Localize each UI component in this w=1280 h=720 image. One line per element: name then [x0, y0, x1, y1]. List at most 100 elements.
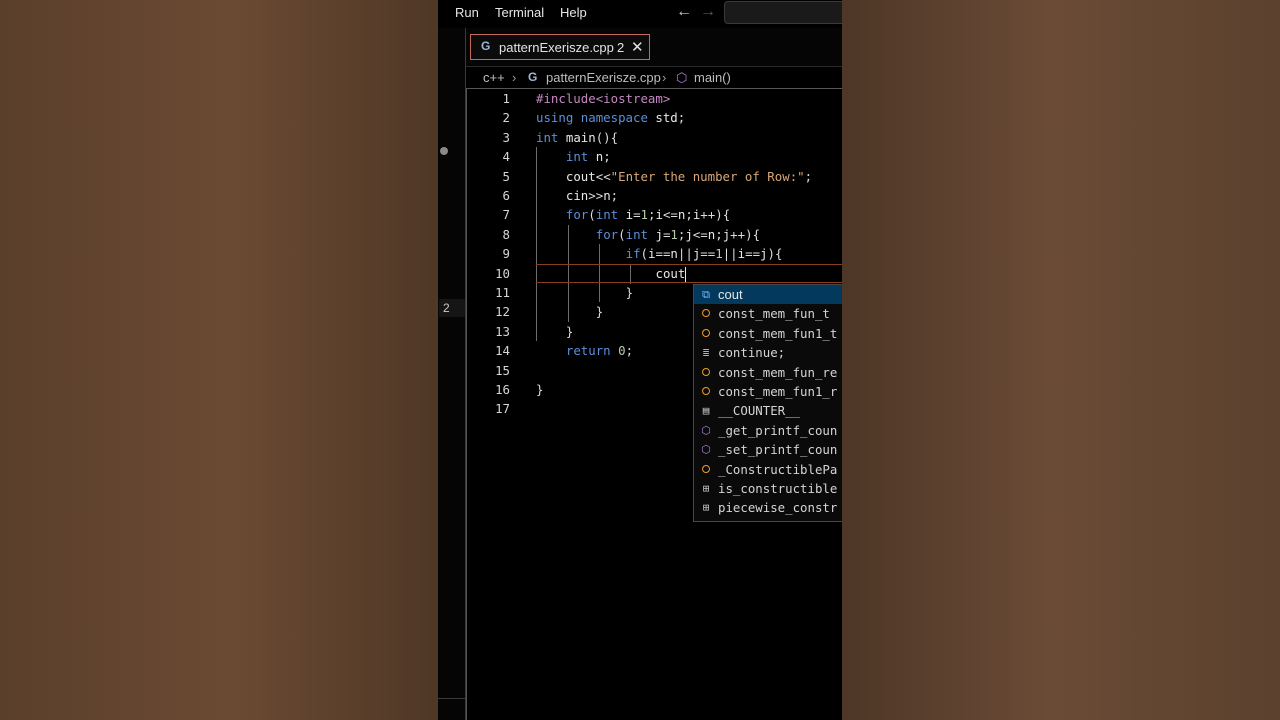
- tab-problem-count: 2: [617, 40, 625, 55]
- line-number: 16: [495, 382, 510, 397]
- suggestion-item[interactable]: ⭘ const_mem_fun_t: [694, 304, 842, 323]
- line-text: using namespace std;: [536, 110, 686, 126]
- line-text: int n;: [565, 149, 611, 165]
- suggestion-item[interactable]: ⧉ cout: [694, 285, 842, 305]
- text-cursor: [685, 266, 687, 282]
- suggestion-item[interactable]: ⭘ _ConstructiblePa: [694, 460, 842, 479]
- code-line[interactable]: 3 int main(){: [466, 128, 842, 147]
- line-text: cout<<"Enter the number of Row:";: [565, 168, 813, 184]
- code-line[interactable]: 5 cout<<"Enter the number of Row:";: [466, 167, 842, 186]
- suggestion-label: piecewise_constr: [718, 500, 838, 516]
- suggestion-item[interactable]: ⊞ is_constructible: [694, 479, 842, 498]
- line-text: cout: [655, 265, 687, 282]
- editor-tab-bar: G patternExerisze.cpp 2 ✕: [466, 28, 842, 67]
- line-number: 6: [502, 188, 510, 203]
- tab-label: patternExerisze.cpp: [499, 40, 614, 55]
- arrow-right-icon[interactable]: →: [700, 3, 716, 21]
- suggestion-label: is_constructible: [718, 481, 838, 496]
- tab-patternexerisze[interactable]: G patternExerisze.cpp 2 ✕: [470, 34, 650, 60]
- suggestion-item[interactable]: ▤ __COUNTER__: [694, 401, 842, 420]
- line-text: }: [595, 304, 604, 320]
- line-number: 8: [502, 226, 510, 242]
- code-line[interactable]: 10 cout: [466, 263, 842, 283]
- line-number: 14: [495, 343, 510, 359]
- suggestion-item[interactable]: ⭘ const_mem_fun_re: [694, 363, 842, 382]
- menubar: ​ Run Terminal Help ← →: [438, 0, 842, 28]
- suggestion-item[interactable]: ≣ continue;: [694, 343, 842, 362]
- vscode-window: ​ Run Terminal Help ← → 2 G patternExeri…: [438, 0, 842, 720]
- code-line[interactable]: 7 for(int i=1;i<=n;i++){: [466, 205, 842, 224]
- suggestion-label: continue;: [718, 345, 786, 361]
- breadcrumb-folder[interactable]: c++: [483, 70, 505, 85]
- breadcrumb-symbol[interactable]: main(): [694, 70, 731, 85]
- line-text: return 0;: [565, 343, 634, 359]
- line-number: 4: [502, 149, 510, 165]
- panel-toggle[interactable]: [438, 698, 465, 720]
- struct-icon: ⊞: [702, 482, 710, 495]
- line-number: 15: [495, 362, 510, 378]
- menu-run[interactable]: Run: [455, 5, 479, 20]
- method-icon: ⬡: [701, 443, 711, 457]
- chevron-right-icon: ›: [662, 70, 667, 85]
- breadcrumb-file[interactable]: patternExerisze.cpp: [546, 70, 661, 85]
- close-icon[interactable]: ✕: [631, 38, 644, 56]
- line-number: 5: [502, 168, 510, 184]
- suggestion-label: _ConstructiblePa: [718, 461, 838, 477]
- suggestion-label: cout: [718, 287, 743, 302]
- activity-bar: 2: [438, 28, 466, 720]
- breadcrumb: c++ › G patternExerisze.cpp › ⬡ main(): [466, 67, 842, 87]
- snippet-icon: ≣: [702, 346, 710, 360]
- arrow-left-icon[interactable]: ←: [676, 3, 692, 21]
- line-number: 11: [495, 285, 510, 300]
- cpp-file-icon: G: [528, 70, 538, 84]
- class-icon: ⭘: [701, 385, 711, 398]
- suggestion-label: const_mem_fun1_t: [718, 325, 838, 341]
- line-text: for(int i=1;i<=n;i++){: [565, 207, 731, 223]
- suggestion-item[interactable]: ⭘ const_mem_fun1_t: [694, 324, 842, 343]
- suggestion-label: __COUNTER__: [718, 403, 801, 419]
- class-icon: ⭘: [701, 365, 711, 379]
- class-icon: ⭘: [701, 307, 711, 321]
- line-number: 13: [495, 323, 510, 339]
- suggestion-item[interactable]: ⊞ piecewise_constr: [694, 498, 842, 517]
- suggestion-label: _set_printf_coun: [718, 442, 838, 458]
- cpp-file-icon: G: [481, 39, 491, 53]
- code-line[interactable]: 1 #include<iostream>: [466, 89, 842, 108]
- struct-icon: ⊞: [702, 501, 710, 515]
- problems-badge[interactable]: 2: [439, 299, 465, 317]
- suggestion-item[interactable]: ⬡ _set_printf_coun: [694, 440, 842, 459]
- code-line[interactable]: 8 for(int j=1;j<=n;j++){: [466, 225, 842, 244]
- chevron-right-icon: ›: [512, 70, 517, 85]
- command-center-search[interactable]: [724, 1, 842, 24]
- line-number: 17: [495, 401, 510, 417]
- line-text: int main(){: [536, 129, 619, 145]
- line-text: if(i==n||j==1||i==j){: [625, 246, 783, 262]
- code-line[interactable]: 2 using namespace std;: [466, 108, 842, 127]
- suggestion-label: const_mem_fun_t: [718, 306, 830, 322]
- suggestion-item[interactable]: ⬡ _get_printf_coun: [694, 421, 842, 440]
- line-number: 2: [502, 110, 510, 126]
- code-line[interactable]: 6 cin>>n;: [466, 186, 842, 205]
- menu-help[interactable]: Help: [560, 5, 587, 20]
- line-number: 7: [502, 207, 510, 223]
- line-number: 12: [495, 304, 510, 320]
- line-text: }: [536, 382, 544, 397]
- line-number: 10: [495, 265, 510, 281]
- method-icon: ⬡: [676, 70, 688, 85]
- line-text: }: [625, 285, 634, 300]
- code-line[interactable]: 4 int n;: [466, 147, 842, 166]
- suggestion-label: const_mem_fun1_r: [718, 384, 838, 399]
- line-text: #include<iostream>: [536, 91, 671, 106]
- menu-item-clipped[interactable]: ​: [438, 5, 440, 20]
- menu-terminal[interactable]: Terminal: [495, 5, 544, 20]
- line-number: 9: [502, 246, 510, 262]
- suggestion-item[interactable]: ⭘ const_mem_fun1_r: [694, 382, 842, 401]
- suggestion-label: _get_printf_coun: [718, 422, 838, 438]
- class-icon: ⭘: [701, 462, 711, 476]
- constant-icon: ▤: [702, 404, 710, 418]
- line-number: 1: [502, 91, 510, 106]
- code-line[interactable]: 9 if(i==n||j==1||i==j){: [466, 244, 842, 263]
- suggestion-widget[interactable]: ⧉ cout ⭘ const_mem_fun_t ⭘ const_mem_fun1_t ≣ c…: [693, 284, 842, 522]
- variable-icon: ⧉: [702, 288, 710, 301]
- line-text: for(int j=1;j<=n;j++){: [595, 226, 761, 242]
